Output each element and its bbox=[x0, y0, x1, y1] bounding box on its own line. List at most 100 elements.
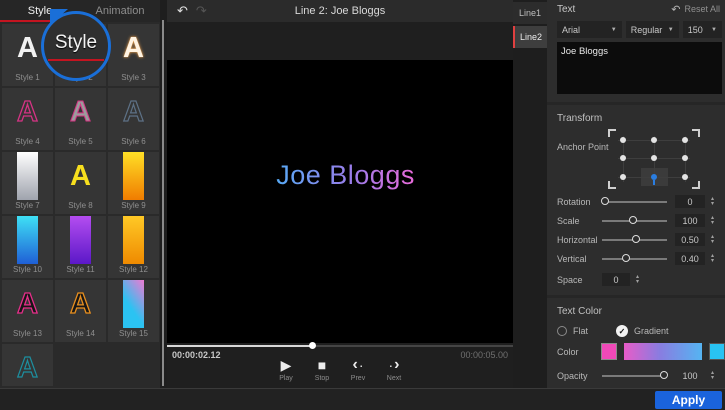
space-value[interactable]: 0 bbox=[602, 273, 630, 286]
style-item-9[interactable]: A Style 9 bbox=[108, 152, 159, 214]
line-item-1[interactable]: Line1 bbox=[513, 2, 547, 24]
anchor-point-dot[interactable] bbox=[682, 155, 688, 161]
spinner-down-icon[interactable]: ▾ bbox=[711, 240, 714, 245]
anchor-point-dot[interactable] bbox=[682, 174, 688, 180]
line-item-2[interactable]: Line2 bbox=[513, 26, 547, 48]
prev-dot-glyph: · bbox=[359, 360, 364, 370]
spinner-down-icon[interactable]: ▾ bbox=[711, 221, 714, 226]
rotation-value[interactable]: 0 bbox=[675, 195, 705, 208]
video-canvas[interactable]: Joe Bloggs bbox=[167, 60, 513, 343]
scale-value[interactable]: 100 bbox=[675, 214, 705, 227]
font-size-dropdown[interactable]: 150 ▼ bbox=[683, 21, 722, 38]
style-panel-scrollbar[interactable] bbox=[160, 0, 167, 388]
style-item-7[interactable]: A Style 7 bbox=[2, 152, 53, 214]
vertical-label: Vertical bbox=[557, 254, 602, 264]
stop-button[interactable]: ■ Stop bbox=[311, 357, 333, 382]
anchor-point-dot[interactable] bbox=[620, 155, 626, 161]
scale-row: Scale 100 ▴▾ bbox=[547, 211, 725, 230]
font-weight-value: Regular bbox=[631, 25, 663, 35]
font-family-dropdown[interactable]: Arial ▼ bbox=[557, 21, 622, 38]
slider-track bbox=[602, 375, 667, 377]
apply-button[interactable]: Apply bbox=[655, 391, 722, 409]
style-item-10[interactable]: A Style 10 bbox=[2, 216, 53, 278]
gradient-start-swatch[interactable] bbox=[601, 343, 618, 360]
redo-icon[interactable]: ↷ bbox=[196, 3, 207, 19]
style-item-5[interactable]: A Style 5 bbox=[55, 88, 106, 150]
play-icon: ▶ bbox=[281, 357, 292, 373]
rotation-label: Rotation bbox=[557, 197, 602, 207]
opacity-spinner[interactable]: ▴▾ bbox=[711, 371, 714, 381]
undo-icon[interactable]: ↶ bbox=[177, 3, 188, 19]
spinner-down-icon[interactable]: ▾ bbox=[636, 280, 639, 285]
slider-thumb[interactable] bbox=[632, 235, 640, 243]
anchor-point-dot[interactable] bbox=[682, 137, 688, 143]
panel-header: Text ↶ Reset All bbox=[547, 0, 725, 18]
style-item-8[interactable]: A Style 8 bbox=[55, 152, 106, 214]
anchor-point-dot[interactable] bbox=[651, 155, 657, 161]
opacity-value[interactable]: 100 bbox=[675, 369, 705, 382]
scale-slider[interactable] bbox=[602, 216, 667, 226]
style-item-3[interactable]: A Style 3 bbox=[108, 24, 159, 86]
style-item-6[interactable]: A Style 6 bbox=[108, 88, 159, 150]
flat-radio[interactable] bbox=[557, 326, 567, 336]
next-icon: ·› bbox=[389, 357, 400, 373]
rotation-slider[interactable] bbox=[602, 197, 667, 207]
gradient-end-swatch[interactable] bbox=[709, 343, 725, 360]
reset-all-button[interactable]: ↶ Reset All bbox=[671, 3, 720, 16]
style-item-4[interactable]: A Style 4 bbox=[2, 88, 53, 150]
style-item-12[interactable]: A Style 12 bbox=[108, 216, 159, 278]
bottom-bar: Apply bbox=[0, 388, 725, 410]
next-arrow-glyph: › bbox=[394, 358, 399, 372]
color-row: Color bbox=[547, 341, 725, 362]
anchor-point-dot-selected[interactable] bbox=[651, 174, 657, 180]
style-item-label: Style 8 bbox=[68, 201, 92, 210]
magnifier-label: Style bbox=[55, 32, 97, 54]
vertical-slider[interactable] bbox=[602, 254, 667, 264]
playhead-handle[interactable] bbox=[309, 342, 316, 349]
style-item-16[interactable]: A bbox=[2, 344, 53, 386]
next-button[interactable]: ·› Next bbox=[383, 357, 405, 382]
text-content-input[interactable]: Joe Bloggs bbox=[557, 42, 722, 94]
preview-text[interactable]: Joe Bloggs bbox=[276, 160, 415, 191]
style-item-14[interactable]: A Style 14 bbox=[55, 280, 106, 342]
anchor-point-dot[interactable] bbox=[620, 174, 626, 180]
spinner-down-icon[interactable]: ▾ bbox=[711, 259, 714, 264]
next-label: Next bbox=[387, 375, 401, 382]
anchor-point-dot[interactable] bbox=[651, 137, 657, 143]
space-spinner[interactable]: ▴▾ bbox=[636, 275, 639, 285]
grid-bracket bbox=[608, 129, 616, 137]
horizontal-slider[interactable] bbox=[602, 235, 667, 245]
gradient-preview-bar[interactable] bbox=[624, 343, 701, 360]
vertical-value[interactable]: 0.40 bbox=[675, 252, 705, 265]
gradient-radio-checked[interactable]: ✓ bbox=[616, 325, 628, 337]
style-item-15[interactable]: A Style 15 bbox=[108, 280, 159, 342]
opacity-slider[interactable] bbox=[602, 371, 667, 381]
slider-thumb[interactable] bbox=[629, 216, 637, 224]
prev-button[interactable]: ‹· Prev bbox=[347, 357, 369, 382]
slider-thumb[interactable] bbox=[622, 254, 630, 262]
style-letter: A bbox=[17, 88, 38, 136]
scale-spinner[interactable]: ▴▾ bbox=[711, 216, 714, 226]
horizontal-value[interactable]: 0.50 bbox=[675, 233, 705, 246]
timeline-scrubber[interactable] bbox=[167, 345, 513, 347]
font-weight-dropdown[interactable]: Regular ▼ bbox=[626, 21, 679, 38]
style-letter: A bbox=[123, 152, 144, 200]
vertical-spinner[interactable]: ▴▾ bbox=[711, 254, 714, 264]
spinner-down-icon[interactable]: ▾ bbox=[711, 376, 714, 381]
slider-thumb[interactable] bbox=[660, 371, 668, 379]
style-item-label: Style 10 bbox=[13, 265, 42, 274]
space-row: Space 0 ▴▾ bbox=[547, 270, 725, 289]
horizontal-spinner[interactable]: ▴▾ bbox=[711, 235, 714, 245]
font-family-value: Arial bbox=[562, 25, 580, 35]
anchor-point-dot[interactable] bbox=[620, 137, 626, 143]
style-item-13[interactable]: A Style 13 bbox=[2, 280, 53, 342]
style-letter: A bbox=[123, 280, 144, 328]
scrollbar-thumb[interactable] bbox=[162, 20, 164, 386]
anchor-point-grid[interactable] bbox=[612, 132, 696, 186]
style-item-11[interactable]: A Style 11 bbox=[55, 216, 106, 278]
play-button[interactable]: ▶ Play bbox=[275, 357, 297, 382]
spinner-down-icon[interactable]: ▾ bbox=[711, 202, 714, 207]
slider-thumb[interactable] bbox=[601, 197, 609, 205]
rotation-spinner[interactable]: ▴▾ bbox=[711, 197, 714, 207]
style-letter: A bbox=[70, 280, 91, 328]
